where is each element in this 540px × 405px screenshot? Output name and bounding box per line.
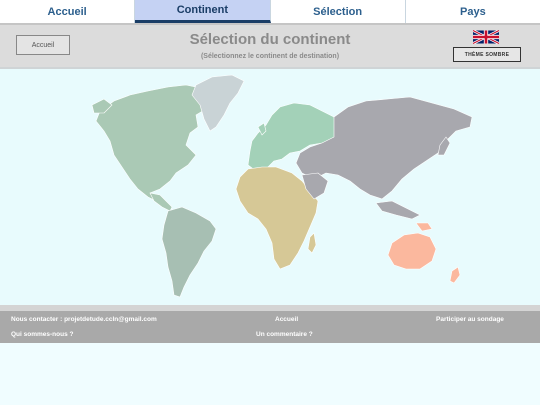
continent-central-america[interactable] — [149, 192, 173, 212]
continent-africa-madagascar[interactable] — [307, 232, 317, 254]
survey-link[interactable]: Participer au sondage — [436, 316, 504, 323]
comment-link[interactable]: Un commentaire ? — [256, 331, 313, 338]
tab-pays[interactable]: Pays — [406, 0, 540, 23]
continent-oceania[interactable] — [387, 232, 437, 270]
continent-greenland[interactable] — [191, 74, 245, 132]
continent-asia-islands[interactable] — [375, 200, 421, 220]
tab-selection[interactable]: Sélection — [271, 0, 406, 23]
uk-flag-icon[interactable] — [473, 30, 499, 44]
world-map-svg — [91, 74, 473, 298]
footer-home-link[interactable]: Accueil — [275, 316, 298, 323]
page-title: Sélection du continent — [189, 31, 351, 48]
page-footer: Nous contacter : projetdetude.ccln@gmail… — [0, 311, 540, 343]
tab-accueil[interactable]: Accueil — [0, 0, 136, 23]
continent-oceania-new-guinea[interactable] — [415, 222, 433, 232]
page-bottom — [0, 343, 540, 405]
tab-continent[interactable]: Continent — [135, 0, 271, 23]
contact-link[interactable]: Nous contacter : projetdetude.ccln@gmail… — [11, 316, 157, 323]
about-link[interactable]: Qui sommes-nous ? — [11, 331, 73, 338]
page-header: Accueil Sélection du continent (Sélectio… — [0, 25, 540, 67]
continent-north-america[interactable] — [95, 84, 215, 202]
world-map — [0, 69, 540, 305]
main-tabs: Accueil Continent Sélection Pays — [0, 0, 540, 23]
continent-south-america[interactable] — [161, 206, 217, 298]
dark-theme-button[interactable]: THÈME SOMBRE — [453, 47, 521, 62]
continent-oceania-new-zealand[interactable] — [449, 266, 461, 284]
